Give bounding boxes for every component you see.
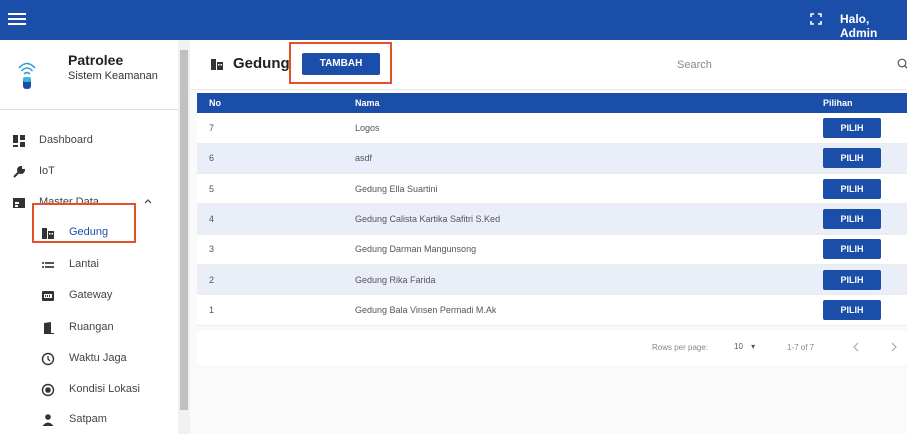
rows-per-page-label: Rows per page: [652, 343, 709, 352]
cell-action: PILIH [811, 264, 907, 296]
table-row: 6 asdf PILIH [197, 143, 907, 175]
cell-nama: Gedung Rika Farida [343, 264, 811, 296]
chevron-right-icon[interactable] [887, 340, 901, 354]
cell-nama: asdf [343, 143, 811, 175]
column-header-no[interactable]: No [197, 93, 343, 113]
dashboard-icon [13, 135, 25, 147]
sidebar-item-label: Gateway [69, 289, 113, 301]
sidebar-item-label: Ruangan [69, 321, 114, 333]
cell-action: PILIH [811, 234, 907, 265]
sidebar-item-label: Kondisi Lokasi [69, 383, 140, 395]
sidebar-item-label: Satpam [69, 413, 107, 425]
sidebar-item-label: IoT [39, 165, 55, 177]
sidebar-item-label: Dashboard [39, 134, 93, 146]
main-content: Gedung TAMBAH No Nama Pilihan 7LogosPILI… [190, 40, 907, 434]
cell-no: 3 [197, 234, 343, 265]
cell-action: PILIH [811, 113, 907, 144]
column-header-pilihan: Pilihan [811, 93, 907, 113]
table-row: 5 Gedung Ella Suartini PILIH [197, 173, 907, 205]
sidebar-item-satpam[interactable]: Satpam [0, 405, 178, 435]
cell-nama: Gedung Calista Kartika Safitri S.Ked [343, 203, 811, 235]
sidebar-scrollbar[interactable] [178, 40, 190, 434]
building-icon [211, 59, 223, 70]
sidebar-item-label: Waktu Jaga [69, 352, 127, 364]
cell-nama: Logos [343, 113, 811, 144]
cell-action: PILIH [811, 143, 907, 175]
person-icon [42, 414, 54, 426]
table-row: 2 Gedung Rika Farida PILIH [197, 264, 907, 296]
pilih-button[interactable]: PILIH [823, 299, 881, 320]
cell-nama: Gedung Darman Mangunsong [343, 234, 811, 265]
cell-no: 2 [197, 264, 343, 296]
chevron-up-icon[interactable] [144, 197, 152, 205]
radio-icon [41, 383, 55, 397]
table-row: 1 Gedung Bala Vinsen Permadi M.Ak PILIH [197, 294, 907, 326]
table-row: 3 Gedung Darman Mangunsong PILIH [197, 234, 907, 265]
search-icon[interactable] [897, 58, 907, 70]
caret-down-icon: ▾ [751, 342, 756, 351]
wrench-icon [13, 165, 26, 178]
brand-subtitle: Sistem Keamanan [68, 70, 158, 82]
greeting-text[interactable]: Halo, Admin [840, 12, 907, 40]
brand: Patrolee Sistem Keamanan [0, 40, 178, 110]
table-pagination: Rows per page: 10 ▾ 1-7 of 7 [197, 331, 907, 365]
search-input[interactable] [675, 54, 885, 76]
pilih-button[interactable]: PILIH [823, 269, 881, 290]
search-box [675, 54, 907, 76]
rows-per-page-value: 10 [734, 342, 743, 351]
cell-no: 6 [197, 143, 343, 175]
layers-icon [42, 262, 54, 268]
fullscreen-icon[interactable] [810, 13, 822, 25]
data-icon [13, 198, 25, 208]
top-app-bar: Halo, Admin [0, 0, 907, 40]
sidebar-item-dashboard[interactable]: Dashboard [0, 126, 178, 156]
cell-no: 7 [197, 113, 343, 144]
brand-name: Patrolee [68, 52, 124, 68]
table-row: 7 Logos PILIH [197, 113, 907, 144]
pilih-button[interactable]: PILIH [823, 209, 881, 230]
menu-icon[interactable] [8, 11, 26, 29]
column-header-nama[interactable]: Nama [343, 93, 811, 113]
pilih-button[interactable]: PILIH [823, 148, 881, 169]
sidebar-item-ruangan[interactable]: Ruangan [0, 313, 178, 343]
pagination-range: 1-7 of 7 [787, 343, 815, 352]
pilih-button[interactable]: PILIH [823, 117, 881, 138]
cell-nama: Gedung Ella Suartini [343, 173, 811, 205]
pilih-button[interactable]: PILIH [823, 178, 881, 199]
cell-action: PILIH [811, 203, 907, 235]
cell-no: 4 [197, 203, 343, 235]
sidebar-item-iot[interactable]: IoT [0, 157, 178, 187]
gateway-icon [42, 291, 54, 301]
room-icon [44, 322, 54, 334]
logo-icon [18, 62, 36, 89]
scrollbar-thumb[interactable] [180, 50, 188, 410]
table-header-row: No Nama Pilihan [197, 93, 907, 113]
cell-action: PILIH [811, 294, 907, 326]
sidebar-item-lantai[interactable]: Lantai [0, 250, 178, 280]
pilih-button[interactable]: PILIH [823, 239, 881, 260]
cell-action: PILIH [811, 173, 907, 205]
sidebar-item-gateway[interactable]: Gateway [0, 281, 178, 311]
sidebar-item-label: Lantai [69, 258, 99, 270]
highlight-tambah [289, 42, 392, 84]
cell-no: 1 [197, 294, 343, 326]
data-table: No Nama Pilihan 7 Logos PILIH 6 asdf PILIH 5… [197, 93, 907, 326]
table-row: 4 Gedung Calista Kartika Safitri S.Ked PIL… [197, 203, 907, 235]
chevron-left-icon[interactable] [849, 340, 863, 354]
highlight-gedung [32, 203, 136, 243]
rows-per-page-select[interactable]: 10 ▾ [734, 342, 755, 351]
sidebar-item-waktu-jaga[interactable]: Waktu Jaga [0, 344, 178, 374]
cell-nama: Gedung Bala Vinsen Permadi M.Ak [343, 294, 811, 326]
cell-no: 5 [197, 173, 343, 205]
page-title: Gedung [233, 55, 290, 72]
sidebar-item-kondisi-lokasi[interactable]: Kondisi Lokasi [0, 375, 178, 405]
clock-icon [41, 352, 55, 366]
